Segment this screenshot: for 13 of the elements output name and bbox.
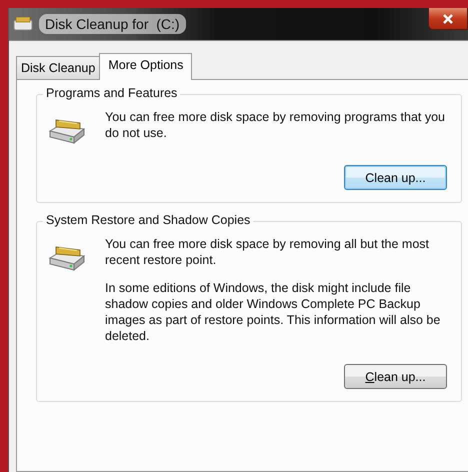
clean-up-button[interactable]: Clean up... [344,165,447,190]
disk-icon [13,16,33,32]
description-text: You can free more disk space by removing all but the most recent restore point. [105,236,430,268]
window-title: Disk Cleanup for (C:) [39,14,186,34]
clean-up-button[interactable]: Clean up... [344,364,447,389]
group-title: System Restore and Shadow Copies [43,213,254,227]
tab[interactable]: Disk Cleanup [16,56,100,79]
close-icon [443,14,453,24]
group-title: Programs and Features [43,86,180,100]
tab[interactable]: More Options [99,53,192,80]
description-text: In some editions of Windows, the disk might include file shadow copies and older Windows Complete PC Backup images as part of restore points. This information will also be deleted. [105,280,442,344]
close-button[interactable] [428,8,468,30]
description-text: You can free more disk space by removing programs that you do not use. [105,109,446,141]
